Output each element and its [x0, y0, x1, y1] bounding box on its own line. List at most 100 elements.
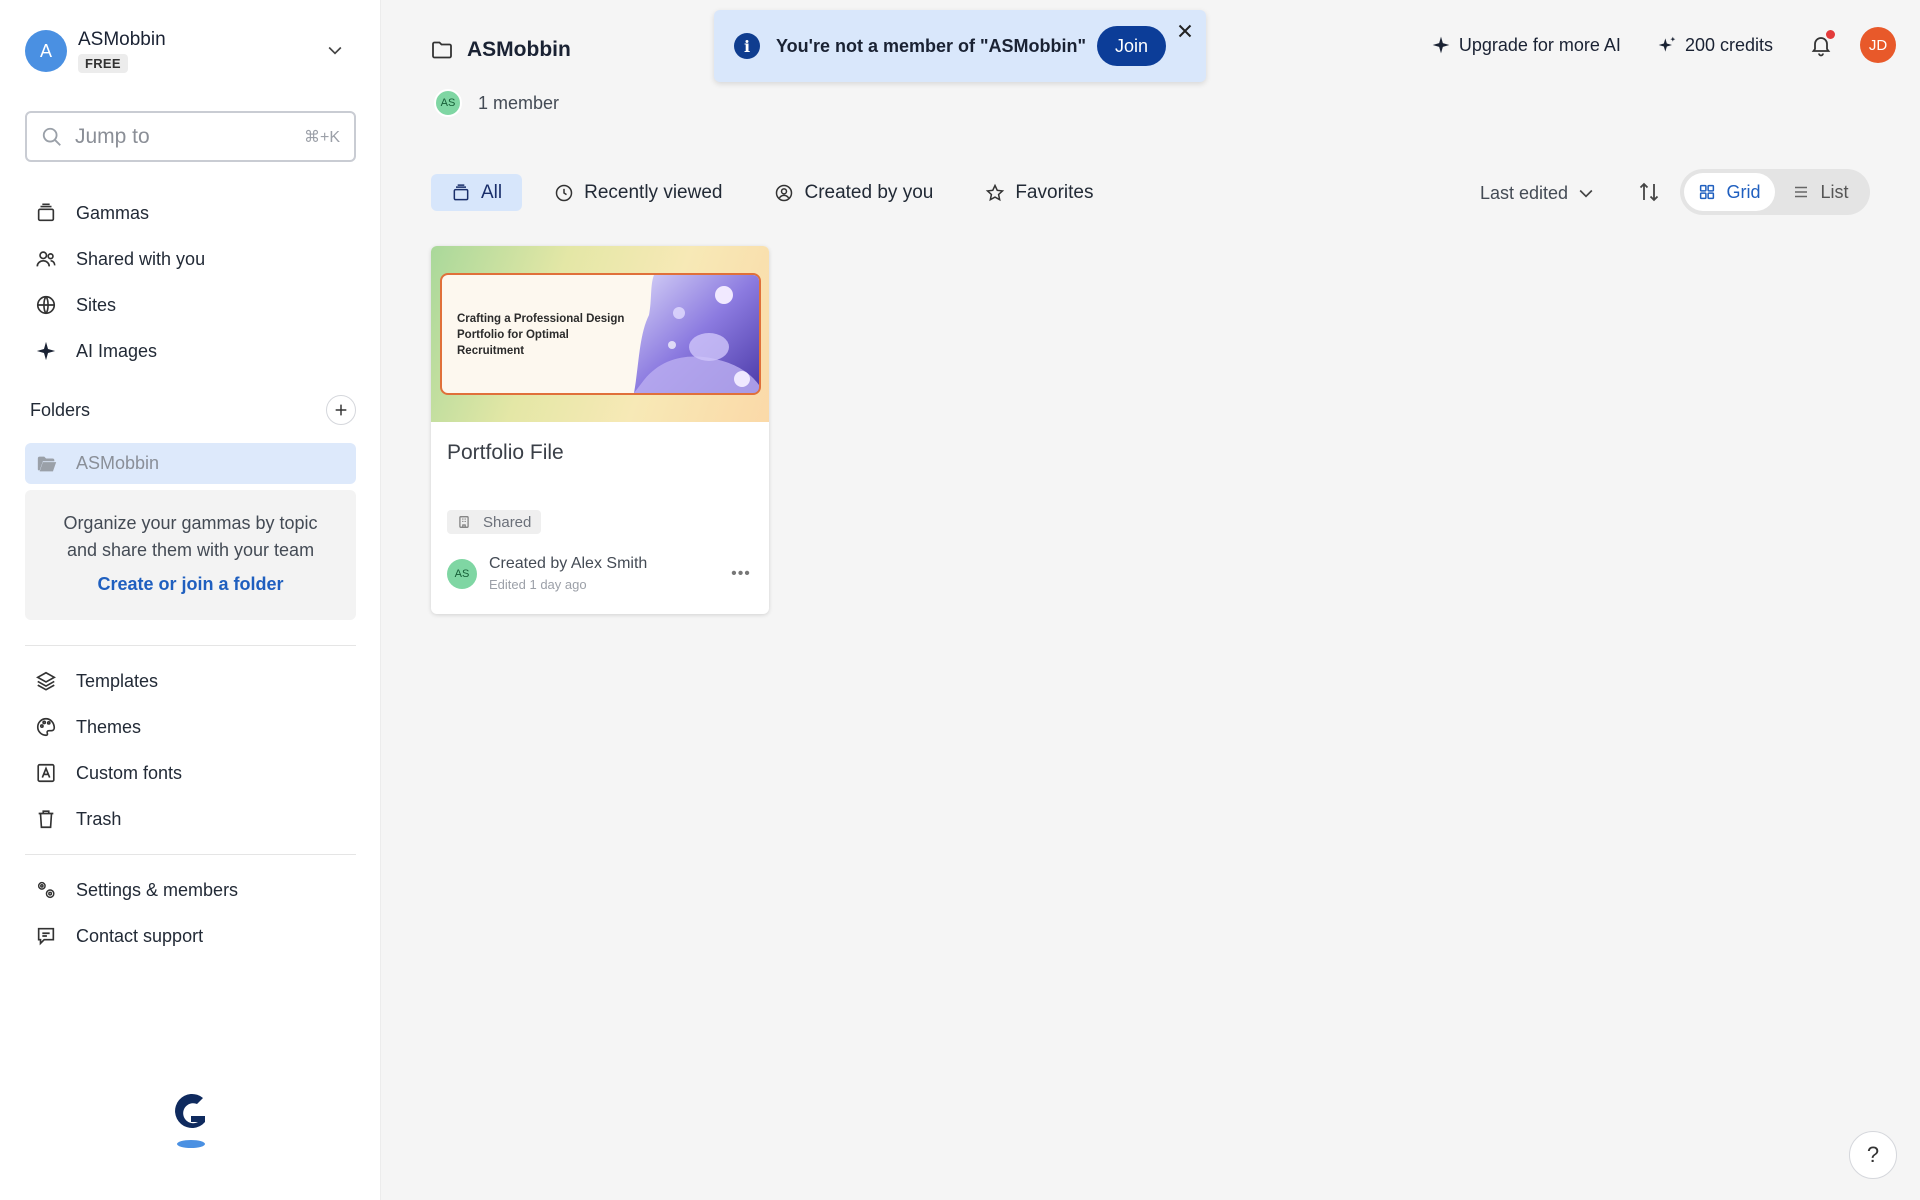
nav-item-settings[interactable]: Settings & members [25, 867, 356, 913]
nav-item-label: Trash [76, 808, 122, 829]
workspace-name: ASMobbin [78, 29, 166, 50]
card-title: Portfolio File [447, 441, 564, 464]
credits-button[interactable]: 200 credits [1657, 35, 1773, 56]
divider [25, 854, 356, 855]
nav-item-ai-images[interactable]: AI Images [25, 328, 356, 374]
slide-preview: Crafting a Professional Design Portfolio… [440, 273, 761, 395]
close-icon[interactable] [1174, 20, 1196, 42]
view-grid-button[interactable]: Grid [1684, 173, 1775, 211]
search-placeholder: Jump to [75, 124, 150, 148]
sidebar: A ASMobbin FREE Jump to ⌘+K Gammas Share… [0, 0, 381, 1200]
workspace-avatar: A [25, 30, 67, 72]
list-icon [1795, 186, 1808, 198]
folder-open-icon [37, 456, 57, 471]
chevron-down-icon [1579, 189, 1593, 198]
more-options-icon[interactable]: ••• [729, 562, 753, 586]
trash-icon [38, 810, 54, 829]
users-icon [36, 251, 56, 267]
slide-illustration [634, 275, 759, 393]
globe-icon [36, 295, 56, 315]
sort-label: Last edited [1480, 182, 1569, 203]
nav-item-shared[interactable]: Shared with you [25, 236, 356, 282]
filter-label: All [481, 181, 503, 203]
user-avatar[interactable]: JD [1860, 27, 1896, 63]
page-title: ASMobbin [467, 38, 571, 61]
nav-item-label: Themes [76, 716, 142, 737]
grid-icon [1700, 184, 1715, 200]
folders-title: Folders [30, 399, 91, 420]
nav-item-label: Shared with you [76, 248, 206, 269]
workspace-switcher[interactable]: A ASMobbin FREE [25, 26, 355, 76]
help-button[interactable]: ? [1849, 1131, 1897, 1179]
view-list-label: List [1820, 181, 1849, 202]
filter-all[interactable]: All [431, 174, 523, 211]
notification-dot [1826, 30, 1835, 39]
primary-nav: Gammas Shared with you Sites AI Images [25, 190, 356, 374]
gamma-logo-icon [175, 1093, 205, 1148]
nav-item-sites[interactable]: Sites [25, 282, 356, 328]
card-edited: Edited 1 day ago [489, 577, 587, 592]
filter-label: Favorites [1015, 181, 1094, 203]
chevron-down-icon[interactable] [325, 40, 345, 60]
card-footer: AS Created by Alex Smith Edited 1 day ag… [447, 555, 753, 592]
upgrade-label: Upgrade for more AI [1458, 34, 1621, 55]
nav-item-contact-support[interactable]: Contact support [25, 913, 356, 959]
badge-label: Shared [483, 513, 532, 531]
tertiary-nav: Settings & members Contact support [25, 867, 356, 959]
nav-item-templates[interactable]: Templates [25, 658, 356, 704]
sparkle-icon [1432, 36, 1450, 54]
card-thumbnail: Crafting a Professional Design Portfolio… [431, 246, 769, 422]
filter-label: Recently viewed [584, 181, 723, 203]
nav-item-trash[interactable]: Trash [25, 796, 356, 842]
banner-message: You're not a member of "ASMobbin" [776, 35, 1087, 56]
search-shortcut: ⌘+K [303, 128, 340, 146]
chat-icon [37, 927, 55, 946]
info-icon: i [734, 33, 760, 59]
join-button[interactable]: Join [1097, 26, 1167, 66]
sort-direction-icon[interactable] [1637, 180, 1661, 204]
filter-created-by-you[interactable]: Created by you [754, 174, 953, 211]
avatar: AS [434, 89, 462, 117]
nav-item-label: Templates [76, 670, 159, 691]
filter-bar: All Recently viewed Created by you Favor… [431, 174, 1125, 211]
nav-item-themes[interactable]: Themes [25, 704, 356, 750]
gamma-card[interactable]: Crafting a Professional Design Portfolio… [431, 246, 769, 614]
create-folder-link[interactable]: Create or join a folder [97, 574, 283, 595]
nav-item-custom-fonts[interactable]: Custom fonts [25, 750, 356, 796]
jump-to-search[interactable]: Jump to ⌘+K [25, 111, 356, 162]
view-toggle: Grid List [1680, 169, 1870, 215]
plus-icon [335, 404, 347, 416]
folder-hint-text: Organize your gammas by topic and share … [63, 513, 318, 560]
stack-icon [37, 203, 55, 222]
breadcrumb: ASMobbin [430, 38, 571, 62]
filter-recently-viewed[interactable]: Recently viewed [534, 174, 742, 211]
clock-icon [555, 184, 573, 201]
folders-header: Folders [30, 393, 356, 427]
sparkle-icon [36, 341, 56, 361]
nav-item-label: Sites [76, 294, 117, 315]
folder-item-asmobbin[interactable]: ASMobbin [25, 443, 356, 484]
nav-item-label: Gammas [76, 202, 150, 223]
settings-icon [37, 881, 55, 899]
divider [25, 645, 356, 646]
user-circle-icon [776, 184, 793, 201]
filter-favorites[interactable]: Favorites [965, 174, 1113, 211]
notifications-button[interactable] [1809, 30, 1835, 57]
search-icon [42, 127, 61, 146]
shared-badge: Shared [447, 510, 542, 534]
folder-label: ASMobbin [76, 453, 160, 473]
building-icon [459, 516, 469, 528]
nav-item-gammas[interactable]: Gammas [25, 190, 356, 236]
slide-title: Crafting a Professional Design Portfolio… [457, 313, 625, 357]
member-summary[interactable]: AS 1 member [434, 89, 559, 117]
stack-icon [453, 183, 469, 200]
avatar: AS [447, 558, 477, 589]
upgrade-button[interactable]: Upgrade for more AI [1431, 35, 1621, 56]
nav-item-label: Contact support [76, 925, 204, 946]
top-bar: Upgrade for more AI 200 credits JD [1431, 20, 1896, 70]
sort-dropdown[interactable]: Last edited [1480, 176, 1596, 210]
secondary-nav: Templates Themes Custom fonts Trash [25, 658, 356, 842]
plan-badge: FREE [78, 54, 128, 73]
add-folder-button[interactable] [326, 395, 356, 425]
view-list-button[interactable]: List [1775, 173, 1866, 211]
